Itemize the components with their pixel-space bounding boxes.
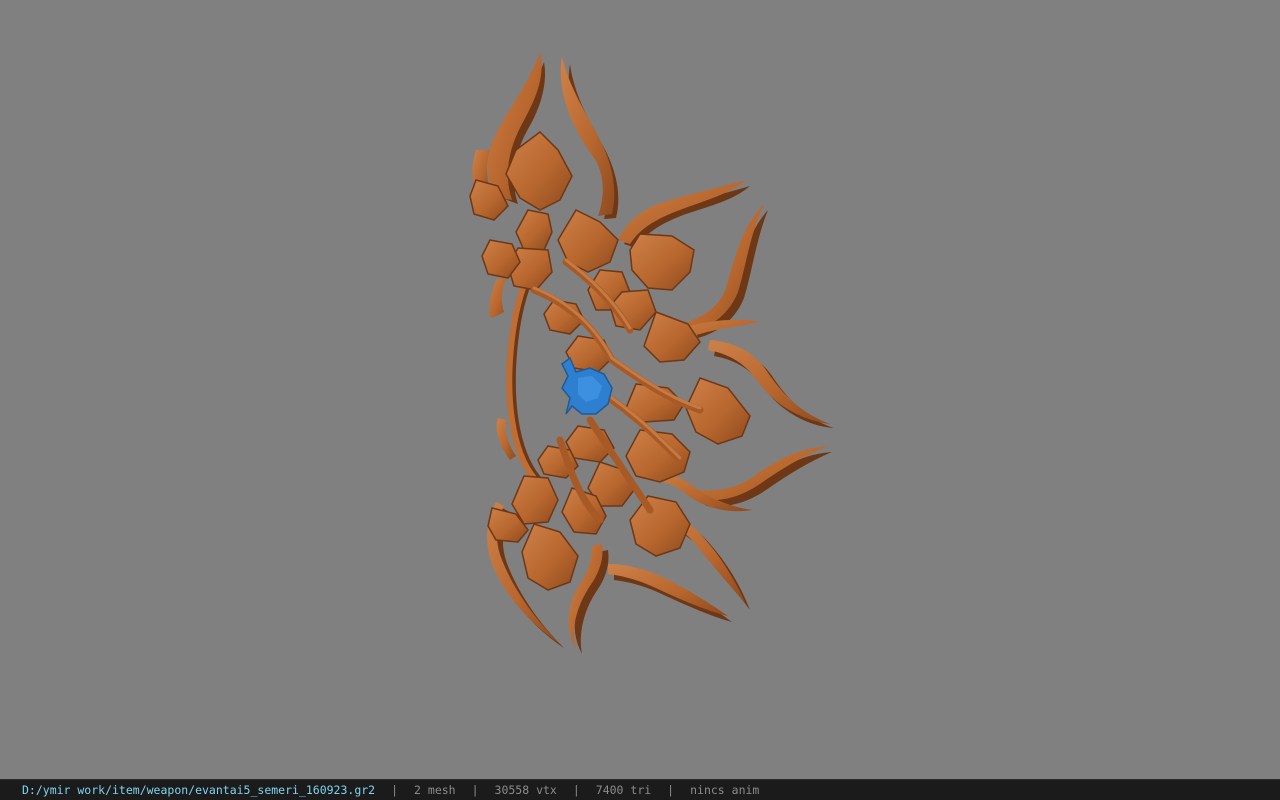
- status-bar: D:/ymir work/item/weapon/evantai5_semeri…: [0, 779, 1280, 800]
- animation-status-label: nincs anim: [690, 783, 760, 797]
- triangle-count-label: 7400 tri: [595, 783, 652, 797]
- mesh-count-label: 2 mesh: [414, 783, 456, 797]
- fan-weapon-model: [469, 52, 834, 654]
- model-render: [469, 52, 834, 654]
- status-separator: |: [391, 783, 399, 797]
- status-separator: |: [667, 783, 675, 797]
- 3d-viewport[interactable]: [0, 0, 1280, 779]
- status-separator: |: [572, 783, 580, 797]
- vertex-count-label: 30558 vtx: [494, 783, 557, 797]
- file-path-label: D:/ymir work/item/weapon/evantai5_semeri…: [22, 783, 376, 797]
- status-separator: |: [471, 783, 479, 797]
